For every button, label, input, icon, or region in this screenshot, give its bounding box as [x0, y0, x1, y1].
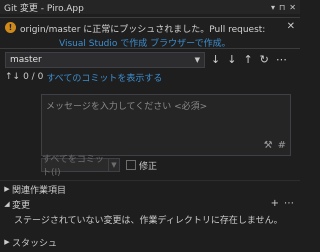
branch-name: master [10, 55, 42, 65]
branch-row: master ▼ ↓ ↓ ↑ ↻ ⋯ [0, 52, 300, 68]
push-icon[interactable]: ↑ [243, 53, 252, 66]
more-icon[interactable]: ⋯ [276, 53, 287, 66]
expand-arrow-icon: ▶ [4, 185, 10, 193]
changes-label: 変更 [12, 200, 31, 211]
chevron-down-icon: ▼ [194, 56, 200, 64]
pin-icon[interactable]: ⊓ [279, 3, 285, 12]
create-in-vs-link[interactable]: Visual Studio で作成 [59, 39, 147, 49]
create-in-browser-link[interactable]: ブラウザーで作成。 [150, 39, 230, 49]
window-title: Git 変更 - Piro.App [4, 3, 84, 14]
pull-icon[interactable]: ↓ [227, 53, 236, 66]
amend-label: 修正 [139, 161, 158, 172]
close-icon[interactable]: ✕ [289, 3, 296, 12]
commit-controls: すべてをコミット(I) ▼ 修正 [41, 155, 158, 178]
wand-icon[interactable]: ⚒ [264, 140, 273, 151]
info-links: Visual Studio で作成 ブラウザーで作成。 [59, 36, 231, 49]
commit-count: 0 / 0 [23, 72, 44, 82]
info-message: origin/master に正常にプッシュされました。Pull request… [20, 25, 266, 35]
commit-count-row: ↑↓ 0 / 0 すべてのコミットを表示する [5, 71, 162, 84]
changes-section[interactable]: ◢ 変更 + ⋯ [0, 198, 300, 211]
message-box-icons: ⚒ # [264, 140, 286, 151]
add-icon[interactable]: + [271, 198, 279, 209]
stashes-label: スタッシュ [12, 238, 58, 249]
window-controls: ▾ ⊓ ✕ [271, 3, 296, 12]
changes-empty-message: ステージされていない変更は、作業ディレクトリに存在しません。 [14, 216, 283, 226]
amend-checkbox[interactable] [126, 160, 136, 170]
related-items-label: 関連作業項目 [12, 185, 67, 196]
commit-all-button[interactable]: すべてをコミット(I) [41, 155, 109, 178]
commit-message-input[interactable]: メッセージを入力してください <必須> ⚒ # [41, 94, 291, 156]
changes-actions: + ⋯ [271, 198, 294, 209]
divider [0, 180, 300, 181]
expand-arrow-icon: ▶ [4, 238, 10, 246]
close-icon[interactable]: ✕ [287, 21, 295, 32]
more-icon[interactable]: ⋯ [284, 198, 294, 209]
collapse-arrow-icon: ◢ [4, 200, 10, 208]
fetch-icon[interactable]: ↓ [211, 53, 220, 66]
branch-select[interactable]: master ▼ [5, 52, 205, 68]
show-all-commits-link[interactable]: すべてのコミットを表示する [46, 71, 162, 84]
related-items-section[interactable]: ▶ 関連作業項目 [0, 183, 300, 196]
outgoing-incoming-icon: ↑↓ [5, 72, 21, 82]
git-toolbar: ↓ ↓ ↑ ↻ ⋯ [211, 53, 287, 66]
dropdown-icon[interactable]: ▾ [271, 3, 275, 12]
hash-icon[interactable]: # [278, 140, 286, 151]
stashes-section[interactable]: ▶ スタッシュ [0, 236, 300, 249]
commit-message-placeholder: メッセージを入力してください <必須> [46, 102, 208, 112]
title-bar: Git 変更 - Piro.App ▾ ⊓ ✕ [0, 0, 300, 14]
info-icon: ! [5, 22, 16, 33]
push-info-bar: ! origin/master に正常にプッシュされました。Pull reque… [0, 17, 300, 49]
commit-options-dropdown[interactable]: ▼ [109, 158, 120, 172]
sync-icon[interactable]: ↻ [260, 53, 269, 66]
